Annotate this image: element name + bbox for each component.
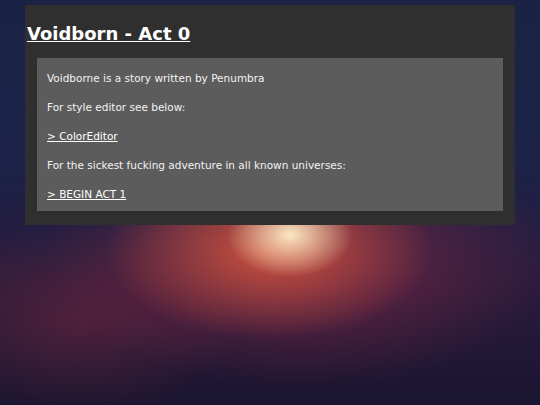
story-panel: Voidborn - Act 0 Voidborne is a story wr… bbox=[25, 5, 515, 225]
story-text: For the sickest fucking adventure in all… bbox=[47, 157, 493, 174]
content-box: Voidborne is a story written by Penumbra… bbox=[37, 58, 503, 211]
story-link[interactable]: > BEGIN ACT 1 bbox=[47, 186, 493, 203]
story-text: For style editor see below: bbox=[47, 99, 493, 116]
story-text: Voidborne is a story written by Penumbra bbox=[47, 70, 493, 87]
page-title: Voidborn - Act 0 bbox=[27, 23, 503, 44]
story-link[interactable]: > ColorEditor bbox=[47, 128, 493, 145]
